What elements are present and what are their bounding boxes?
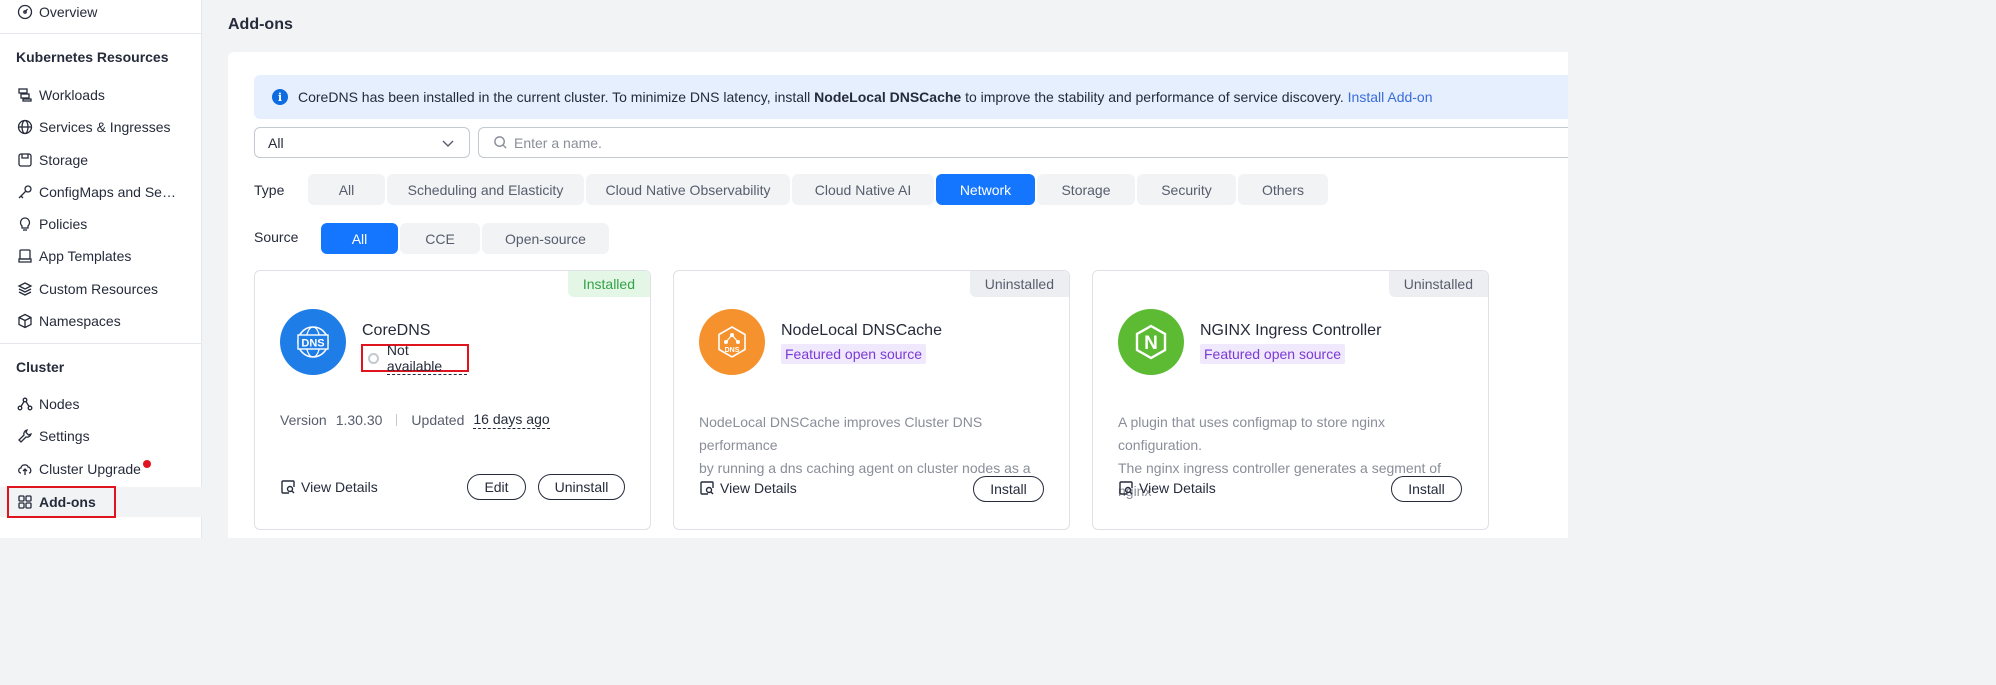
workloads-icon: [16, 86, 34, 104]
globe-icon: [16, 118, 34, 136]
coredns-logo-icon: DNS: [280, 309, 346, 375]
addon-name: NGINX Ingress Controller: [1200, 322, 1382, 339]
search-box: [478, 127, 1568, 158]
state-text: Not available: [386, 342, 467, 375]
status-ring-icon: [368, 352, 379, 364]
sidebar: Overview Kubernetes Resources Workloads …: [0, 0, 202, 538]
install-button[interactable]: Install: [1391, 476, 1462, 502]
version-label: Version: [280, 412, 327, 428]
view-details-icon: [700, 481, 714, 495]
sidebar-item-configmaps[interactable]: ConfigMaps and Se…: [0, 177, 202, 207]
sidebar-item-nodes[interactable]: Nodes: [0, 389, 202, 419]
install-add-on-link[interactable]: Install Add-on: [1348, 89, 1433, 105]
layers-icon: [16, 280, 34, 298]
sidebar-item-app-templates[interactable]: App Templates: [0, 241, 202, 271]
type-filter-observability[interactable]: Cloud Native Observability: [586, 174, 790, 205]
type-filter-security[interactable]: Security: [1137, 174, 1236, 205]
sidebar-item-namespaces[interactable]: Namespaces: [0, 306, 202, 336]
view-details-link[interactable]: View Details: [280, 479, 378, 495]
template-icon: [16, 247, 34, 265]
sidebar-item-storage[interactable]: Storage: [0, 145, 202, 175]
addon-card-coredns: Installed DNS CoreDNS Not available Vers…: [254, 270, 651, 530]
logo-text: N: [1144, 333, 1158, 354]
type-filter-network[interactable]: Network: [936, 174, 1035, 205]
state-indicator[interactable]: Not available: [361, 342, 469, 375]
sidebar-item-overview[interactable]: Overview: [0, 0, 202, 27]
dashboard-icon: [16, 3, 34, 21]
status-badge: Uninstalled: [1388, 271, 1488, 297]
notification-dot: [143, 460, 151, 468]
source-filter-cce[interactable]: CCE: [400, 223, 480, 254]
meta-separator: [396, 414, 398, 426]
type-filter-cloud-native-ai[interactable]: Cloud Native AI: [792, 174, 934, 205]
search-input[interactable]: [514, 134, 1414, 151]
addon-description: NodeLocal DNSCache improves Cluster DNS …: [699, 414, 1031, 476]
view-details-link[interactable]: View Details: [699, 480, 797, 496]
uninstall-button[interactable]: Uninstall: [538, 474, 625, 500]
section-title-kubernetes: Kubernetes Resources: [16, 49, 169, 65]
view-details-icon: [1119, 481, 1133, 495]
status-badge: Uninstalled: [969, 271, 1069, 297]
select-value: All: [268, 134, 284, 151]
info-banner: i CoreDNS has been installed in the curr…: [254, 75, 1568, 119]
section-title-cluster: Cluster: [16, 359, 65, 375]
sidebar-item-settings[interactable]: Settings: [0, 421, 202, 451]
nginx-logo-icon: N: [1118, 309, 1184, 375]
sidebar-item-services-ingresses[interactable]: Services & Ingresses: [0, 112, 202, 142]
view-details-icon: [281, 480, 295, 494]
source-filter-label: Source: [254, 229, 299, 245]
addon-meta: Version 1.30.30 Updated 16 days ago: [280, 411, 550, 429]
cube-icon: [16, 312, 34, 330]
type-filter-scheduling[interactable]: Scheduling and Elasticity: [387, 174, 584, 205]
sidebar-item-custom-resources[interactable]: Custom Resources: [0, 274, 202, 304]
featured-tag: Featured open source: [781, 344, 926, 364]
type-filter-all[interactable]: All: [308, 174, 385, 205]
sidebar-divider: [0, 33, 202, 34]
status-badge: Installed: [567, 271, 650, 297]
wrench-icon: [16, 427, 34, 445]
featured-tag: Featured open source: [1200, 344, 1345, 364]
storage-icon: [16, 151, 34, 169]
category-select[interactable]: All: [254, 127, 470, 158]
type-filter-storage[interactable]: Storage: [1037, 174, 1135, 205]
version-value: 1.30.30: [335, 412, 383, 428]
nodelocal-dns-logo-icon: DNS: [699, 309, 765, 375]
source-filter-all[interactable]: All: [321, 223, 398, 254]
sidebar-item-workloads[interactable]: Workloads: [0, 80, 202, 110]
sidebar-divider: [0, 343, 202, 344]
edit-button[interactable]: Edit: [467, 474, 526, 500]
addon-name: NodeLocal DNSCache: [781, 322, 942, 339]
install-button[interactable]: Install: [973, 476, 1044, 502]
addon-card-nginx-ingress: Uninstalled N NGINX Ingress Controller F…: [1092, 270, 1489, 530]
highlight-box: [7, 486, 116, 518]
info-icon: i: [272, 89, 288, 105]
chevron-down-icon: [442, 140, 454, 147]
updated-label: Updated: [411, 412, 465, 428]
updated-value[interactable]: 16 days ago: [473, 411, 550, 429]
lightbulb-icon: [16, 215, 34, 233]
addon-card-nodelocal-dnscache: Uninstalled DNS NodeLocal DNSCache Featu…: [673, 270, 1070, 530]
addon-name: CoreDNS: [362, 322, 431, 339]
sidebar-item-cluster-upgrade[interactable]: Cluster Upgrade: [0, 454, 202, 484]
type-filter-label: Type: [254, 182, 285, 198]
view-details-link[interactable]: View Details: [1118, 480, 1216, 496]
logo-text: DNS: [725, 347, 740, 354]
banner-text-after: to improve the stability and performance…: [961, 89, 1348, 105]
key-icon: [16, 183, 34, 201]
type-filter-others[interactable]: Others: [1238, 174, 1328, 205]
logo-text: DNS: [301, 338, 324, 350]
sidebar-item-policies[interactable]: Policies: [0, 209, 202, 239]
source-filter-open-source[interactable]: Open-source: [482, 223, 609, 254]
nodes-icon: [16, 395, 34, 413]
search-icon: [494, 136, 507, 149]
page-title: Add-ons: [228, 16, 293, 33]
cloud-upload-icon: [16, 460, 34, 478]
banner-bold-text: NodeLocal DNSCache: [814, 89, 962, 105]
banner-text: CoreDNS has been installed in the curren…: [298, 89, 815, 105]
